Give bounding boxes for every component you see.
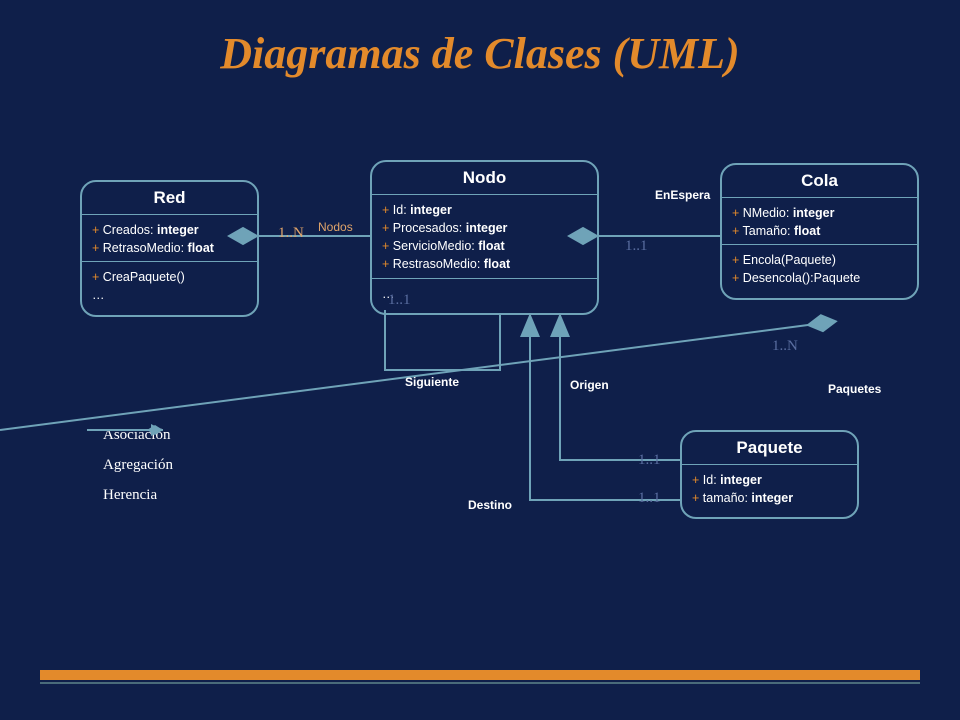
label-origen: Origen xyxy=(570,378,609,392)
mult-nodo-11a: 1..1 xyxy=(625,238,648,255)
label-enespera: EnEspera xyxy=(655,188,710,202)
connectors xyxy=(0,0,960,720)
legend-asociacion: Asociación xyxy=(85,420,173,450)
class-nodo-attrs: + Id: integer+ Procesados: integer+ Serv… xyxy=(372,195,597,279)
legend: Asociación Agregación Herencia xyxy=(85,420,173,510)
mult-cola-1n: 1..N xyxy=(772,338,798,355)
class-paquete-name: Paquete xyxy=(682,432,857,465)
legend-herencia-label: Herencia xyxy=(103,487,157,504)
class-cola: Cola + NMedio: integer+ Tamaño: float + … xyxy=(720,163,919,300)
label-nodos: Nodos xyxy=(318,220,353,234)
label-siguiente: Siguiente xyxy=(405,375,459,389)
legend-agregacion-label: Agregación xyxy=(103,457,173,474)
legend-herencia: Herencia xyxy=(85,480,173,510)
class-cola-name: Cola xyxy=(722,165,917,198)
class-red-ops: + CreaPaquete()… xyxy=(82,262,257,314)
legend-asociacion-label: Asociación xyxy=(103,427,170,444)
mult-red-1n: 1..N xyxy=(278,225,304,242)
footer-rule xyxy=(40,670,920,682)
class-paquete: Paquete + Id: integer+ tamaño: integer xyxy=(680,430,859,519)
class-nodo-name: Nodo xyxy=(372,162,597,195)
mult-paq-11a: 1..1 xyxy=(638,452,661,469)
label-paquetes: Paquetes xyxy=(828,382,881,396)
class-red-attrs: + Creados: integer+ RetrasoMedio: float xyxy=(82,215,257,262)
mult-nodo-11b: 1..1 xyxy=(388,292,411,309)
mult-paq-11b: 1..1 xyxy=(638,490,661,507)
class-paquete-attrs: + Id: integer+ tamaño: integer xyxy=(682,465,857,517)
class-red-name: Red xyxy=(82,182,257,215)
legend-agregacion: Agregación xyxy=(85,450,173,480)
class-cola-attrs: + NMedio: integer+ Tamaño: float xyxy=(722,198,917,245)
diagram-stage: Red + Creados: integer+ RetrasoMedio: fl… xyxy=(0,0,960,720)
class-red: Red + Creados: integer+ RetrasoMedio: fl… xyxy=(80,180,259,317)
class-cola-ops: + Encola(Paquete)+ Desencola():Paquete xyxy=(722,245,917,297)
label-destino: Destino xyxy=(468,498,512,512)
